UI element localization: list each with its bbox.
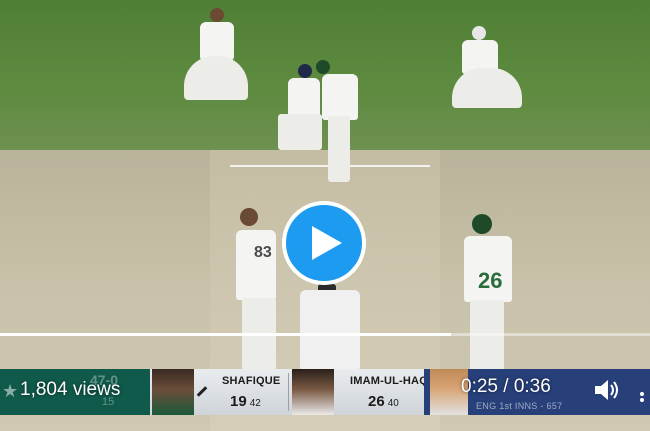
batter1-name: SHAFIQUE: [222, 375, 281, 387]
batter1-score: 19 42: [230, 393, 261, 410]
progress-bar[interactable]: [0, 333, 650, 336]
more-options-icon[interactable]: [640, 392, 650, 408]
batter1-avatar: [152, 369, 194, 415]
play-button[interactable]: [282, 201, 366, 285]
progress-bar-fill: [0, 333, 452, 336]
play-icon: [312, 226, 342, 260]
batter-jersey-number: 26: [478, 268, 503, 293]
bowler-jersey-number: 83: [254, 244, 272, 261]
batter2-avatar: [292, 369, 334, 415]
batter2-name: IMAM-UL-HAQ: [350, 375, 428, 387]
batter2-score: 26 40: [368, 393, 399, 410]
volume-icon: [595, 380, 618, 400]
innings-info: ENG 1st INNS - 657: [476, 401, 563, 411]
bat-icon: [196, 386, 208, 397]
score-divider: [288, 373, 289, 411]
time-display: 0:25 / 0:36: [461, 376, 551, 397]
slip-fielder-right: [452, 26, 522, 112]
video-frame[interactable]: 83 26 ★ 47-0 15 SHAFIQUE 19 42 IMAM-UL-HA…: [0, 0, 650, 431]
volume-button[interactable]: [592, 375, 622, 405]
slip-fielder-left: [180, 8, 250, 108]
umpire: [300, 284, 360, 374]
star-icon: ★: [2, 381, 19, 401]
non-striker-batsman: 26: [456, 214, 526, 374]
batsman-striker: [310, 56, 368, 186]
view-count: 1,804 views: [20, 379, 121, 400]
